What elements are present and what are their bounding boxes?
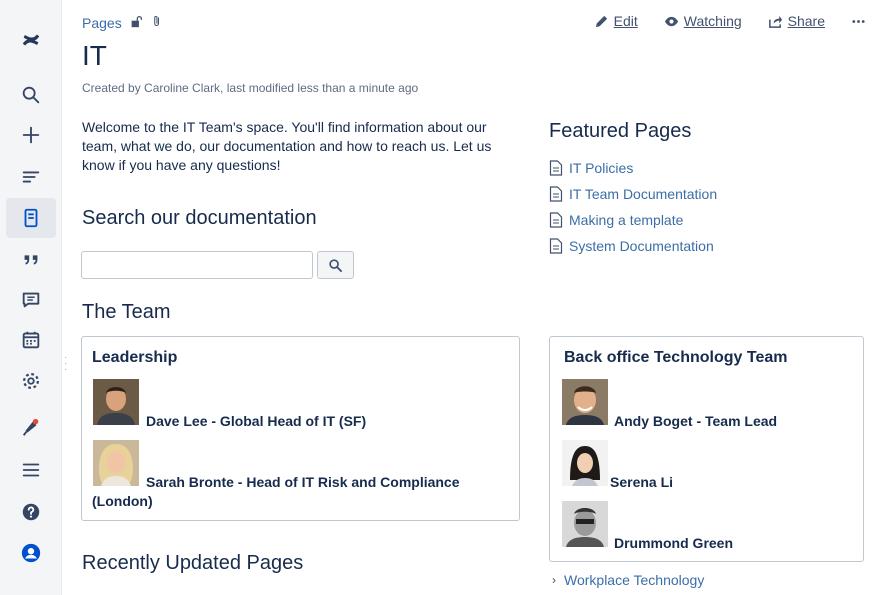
breadcrumb: Pages <box>82 14 163 31</box>
calendar-icon[interactable] <box>6 320 56 360</box>
page-icon <box>549 212 563 228</box>
avatar <box>562 379 608 425</box>
page-icon <box>549 160 563 176</box>
featured-pages-list: IT Policies IT Team Documentation Making… <box>549 155 717 259</box>
featured-page-link[interactable]: IT Team Documentation <box>549 181 717 207</box>
recently-updated-heading: Recently Updated Pages <box>82 552 304 574</box>
paperclip-icon[interactable] <box>151 14 163 31</box>
avatar <box>562 440 608 486</box>
avatar <box>562 501 608 547</box>
notifications-icon[interactable] <box>6 408 56 448</box>
leadership-panel: Leadership Dave Lee - Global Head of IT … <box>81 336 520 521</box>
member-name: Dave Lee - Global Head of IT (SF) <box>146 413 367 429</box>
create-icon[interactable] <box>6 115 56 155</box>
page-actions: Edit Watching Share <box>594 13 866 29</box>
breadcrumb-pages-link[interactable]: Pages <box>82 15 122 31</box>
leadership-title: Leadership <box>92 349 178 366</box>
comments-icon[interactable] <box>6 280 56 320</box>
blog-icon[interactable] <box>6 239 56 279</box>
pencil-icon <box>595 15 607 27</box>
page-tree-link[interactable]: Workplace Technology <box>564 572 704 588</box>
confluence-logo-icon[interactable] <box>6 20 56 60</box>
unlock-icon[interactable] <box>130 15 143 31</box>
eye-icon <box>664 16 678 26</box>
share-icon <box>768 15 782 28</box>
featured-page-link[interactable]: System Documentation <box>549 233 717 259</box>
global-sidebar <box>0 0 62 595</box>
edit-label: Edit <box>613 13 638 29</box>
member-name: Sarah Bronte - Head of IT Risk and Compl… <box>92 474 460 509</box>
search-input[interactable] <box>81 251 313 279</box>
recent-icon[interactable] <box>6 157 56 197</box>
featured-page-link[interactable]: Making a template <box>549 207 717 233</box>
help-icon[interactable] <box>6 492 56 532</box>
team-heading: The Team <box>82 301 171 323</box>
page-icon <box>549 238 563 254</box>
member-name: Serena Li <box>610 474 674 490</box>
search-heading: Search our documentation <box>82 207 317 229</box>
featured-page-link[interactable]: IT Policies <box>549 155 717 181</box>
pages-icon[interactable] <box>6 198 56 238</box>
featured-heading: Featured Pages <box>549 120 692 142</box>
avatar <box>93 379 139 425</box>
page-tree-item[interactable]: › Workplace Technology <box>552 572 704 588</box>
search-icon[interactable] <box>6 75 56 115</box>
watching-button[interactable]: Watching <box>664 13 742 29</box>
share-label: Share <box>787 13 825 29</box>
watching-label: Watching <box>683 13 742 29</box>
page-byline: Created by Caroline Clark, last modified… <box>82 81 419 95</box>
share-button[interactable]: Share <box>768 13 825 29</box>
profile-icon[interactable] <box>6 533 56 573</box>
welcome-text: Welcome to the IT Team's space. You'll f… <box>82 119 492 173</box>
member-name: Andy Boget - Team Lead <box>614 413 778 429</box>
menu-icon[interactable] <box>6 450 56 490</box>
settings-icon[interactable] <box>6 361 56 401</box>
more-icon[interactable] <box>851 14 866 29</box>
search-button[interactable] <box>317 251 354 279</box>
search-icon <box>329 258 343 272</box>
chevron-right-icon[interactable]: › <box>552 573 556 587</box>
page-title: IT <box>82 40 107 71</box>
backoffice-title: Back office Technology Team <box>564 349 788 366</box>
page-content: Pages Edit Watching Share IT Created by … <box>62 0 896 595</box>
member-name: Drummond Green <box>614 535 734 551</box>
page-icon <box>549 186 563 202</box>
edit-button[interactable]: Edit <box>594 13 638 29</box>
backoffice-panel: Back office Technology Team Andy Boget -… <box>549 336 864 562</box>
